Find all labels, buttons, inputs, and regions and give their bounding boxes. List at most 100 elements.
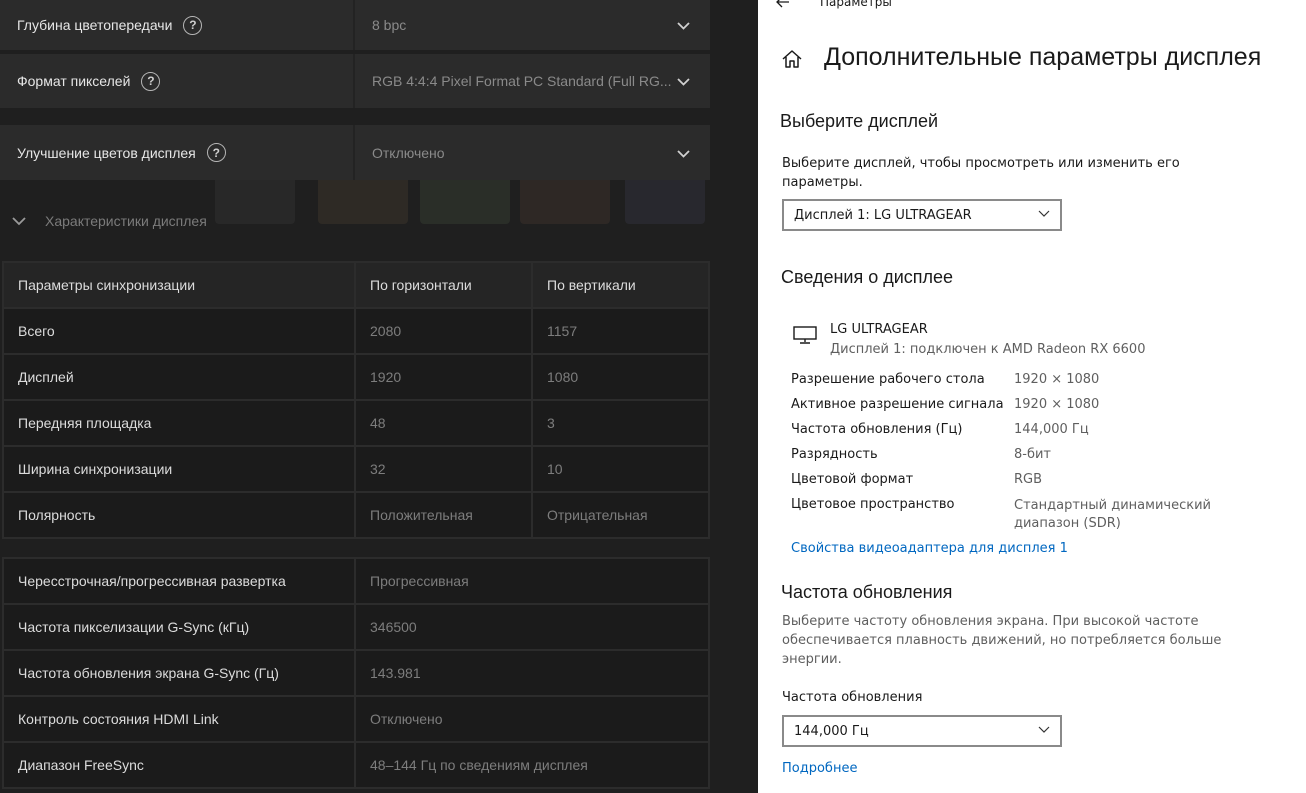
row-label: Частота пикселизации G-Sync (кГц) bbox=[2, 603, 356, 651]
help-icon[interactable]: ? bbox=[141, 71, 161, 91]
display-specs-section-toggle[interactable]: Характеристики дисплея bbox=[12, 208, 207, 234]
pixel-format-dropdown[interactable]: RGB 4:4:4 Pixel Format PC Standard (Full… bbox=[355, 54, 710, 108]
refresh-rate-dropdown[interactable]: 144,000 Гц bbox=[782, 715, 1062, 747]
info-value: RGB bbox=[1014, 472, 1043, 487]
info-label: Цветовой формат bbox=[791, 472, 914, 487]
setting-label-text: Улучшение цветов дисплея bbox=[17, 144, 196, 161]
setting-label: Улучшение цветов дисплея? bbox=[0, 125, 355, 180]
help-icon[interactable]: ? bbox=[206, 143, 226, 162]
table-row: Чересстрочная/прогрессивная развертка Про… bbox=[2, 557, 710, 605]
info-value: 144,000 Гц bbox=[1014, 422, 1089, 437]
info-value: 1920 × 1080 bbox=[1014, 372, 1100, 387]
gpu-control-panel: Глубина цветопередачи? 8 bpc Формат пикс… bbox=[0, 0, 758, 793]
row-label: Полярность bbox=[2, 491, 356, 539]
back-arrow-icon[interactable] bbox=[776, 0, 790, 8]
cell-value: 143.981 bbox=[354, 649, 710, 697]
info-label: Активное разрешение сигнала bbox=[791, 397, 1004, 412]
section-title: Характеристики дисплея bbox=[45, 213, 207, 229]
chevron-down-icon bbox=[12, 217, 26, 226]
select-display-description: параметры. bbox=[782, 175, 863, 190]
row-label: Ширина синхронизации bbox=[2, 445, 356, 493]
info-value: диапазон (SDR) bbox=[1014, 516, 1121, 531]
table-row: Дисплей 1920 1080 bbox=[2, 353, 710, 401]
refresh-description: энергии. bbox=[782, 652, 842, 667]
table-row: Всего 2080 1157 bbox=[2, 307, 710, 355]
table-row: Частота обновления экрана G-Sync (Гц) 143… bbox=[2, 649, 710, 697]
table-row: Частота пикселизации G-Sync (кГц) 346500 bbox=[2, 603, 710, 651]
color-enhancement-dropdown[interactable]: Отключено bbox=[355, 125, 710, 180]
chevron-down-icon bbox=[677, 78, 690, 86]
cell-value: 2080 bbox=[354, 307, 533, 355]
info-label: Частота обновления (Гц) bbox=[791, 422, 963, 437]
chevron-down-icon bbox=[1038, 210, 1050, 217]
row-label: Дисплей bbox=[2, 353, 356, 401]
cell-value: 1157 bbox=[531, 307, 710, 355]
table-row: Контроль состояния HDMI Link Отключено bbox=[2, 695, 710, 743]
row-label: Диапазон FreeSync bbox=[2, 741, 356, 789]
home-icon[interactable] bbox=[781, 49, 803, 69]
dropdown-value: 8 bpc bbox=[372, 17, 407, 33]
refresh-rate-heading: Частота обновления bbox=[781, 582, 953, 602]
setting-label: Формат пикселей? bbox=[0, 54, 355, 108]
color-depth-setting: Глубина цветопередачи? 8 bpc bbox=[0, 0, 710, 50]
refresh-rate-label: Частота обновления bbox=[782, 690, 923, 705]
color-depth-dropdown[interactable]: 8 bpc bbox=[355, 0, 710, 50]
row-label: Чересстрочная/прогрессивная развертка bbox=[2, 557, 356, 605]
monitor-connection: Дисплей 1: подключен к AMD Radeon RX 660… bbox=[830, 342, 1146, 357]
table-row: Передняя площадка 48 3 bbox=[2, 399, 710, 447]
table-row: Диапазон FreeSync 48–144 Гц по сведениям … bbox=[2, 741, 710, 789]
monitor-name: LG ULTRAGEAR bbox=[830, 322, 928, 337]
table-header-row: Параметры синхронизации По горизонтали П… bbox=[2, 261, 710, 309]
dropdown-value: Дисплей 1: LG ULTRAGEAR bbox=[794, 207, 972, 223]
column-header: По горизонтали bbox=[354, 261, 533, 309]
info-value: Стандартный динамический bbox=[1014, 498, 1211, 513]
cell-value: 1920 bbox=[354, 353, 533, 401]
setting-label: Глубина цветопередачи? bbox=[0, 0, 355, 50]
cell-value: Отключено bbox=[354, 695, 710, 743]
chevron-down-icon bbox=[1038, 726, 1050, 733]
setting-label-text: Глубина цветопередачи bbox=[17, 17, 173, 33]
cell-value: 10 bbox=[531, 445, 710, 493]
info-label: Разрядность bbox=[791, 447, 878, 462]
row-label: Передняя площадка bbox=[2, 399, 356, 447]
cell-value: Отрицательная bbox=[531, 491, 710, 539]
info-label: Разрешение рабочего стола bbox=[791, 372, 985, 387]
chevron-down-icon bbox=[677, 149, 690, 158]
refresh-description: обеспечивается плавность движений, но по… bbox=[782, 633, 1222, 648]
adapter-properties-link[interactable]: Свойства видеоадаптера для дисплея 1 bbox=[791, 541, 1068, 556]
row-label: Частота обновления экрана G-Sync (Гц) bbox=[2, 649, 356, 697]
refresh-description: Выберите частоту обновления экрана. При … bbox=[782, 614, 1199, 629]
info-value: 8-бит bbox=[1014, 447, 1052, 462]
select-display-description: Выберите дисплей, чтобы просмотреть или … bbox=[782, 156, 1180, 171]
color-enhancement-setting: Улучшение цветов дисплея? Отключено bbox=[0, 125, 710, 180]
timing-table: Параметры синхронизации По горизонтали П… bbox=[2, 261, 710, 539]
select-display-heading: Выберите дисплей bbox=[780, 111, 939, 131]
info-value: 1920 × 1080 bbox=[1014, 397, 1100, 412]
table-row: Полярность Положительная Отрицательная bbox=[2, 491, 710, 539]
cell-value: 346500 bbox=[354, 603, 710, 651]
display-properties-table: Чересстрочная/прогрессивная развертка Про… bbox=[2, 557, 710, 789]
page-title: Дополнительные параметры дисплея bbox=[824, 43, 1262, 71]
row-label: Контроль состояния HDMI Link bbox=[2, 695, 356, 743]
learn-more-link[interactable]: Подробнее bbox=[782, 761, 857, 776]
pixel-format-setting: Формат пикселей? RGB 4:4:4 Pixel Format … bbox=[0, 54, 710, 108]
cell-value: Прогрессивная bbox=[354, 557, 710, 605]
cell-value: 48 bbox=[354, 399, 533, 447]
dropdown-value: 144,000 Гц bbox=[794, 723, 869, 739]
display-select-dropdown[interactable]: Дисплей 1: LG ULTRAGEAR bbox=[782, 199, 1062, 231]
help-icon[interactable]: ? bbox=[183, 15, 203, 35]
dropdown-value: Отключено bbox=[372, 144, 445, 161]
info-label: Цветовое пространство bbox=[791, 497, 955, 512]
chevron-down-icon bbox=[677, 22, 690, 30]
cell-value: 3 bbox=[531, 399, 710, 447]
cell-value: 32 bbox=[354, 445, 533, 493]
cell-value: 48–144 Гц по сведениям дисплея bbox=[354, 741, 710, 789]
monitor-icon bbox=[793, 326, 817, 344]
windows-settings-panel: Параметры Дополнительные параметры диспл… bbox=[758, 0, 1306, 793]
display-info-heading: Сведения о дисплее bbox=[781, 267, 954, 287]
row-label: Всего bbox=[2, 307, 356, 355]
cell-value: 1080 bbox=[531, 353, 710, 401]
dropdown-value: RGB 4:4:4 Pixel Format PC Standard (Full… bbox=[372, 73, 672, 89]
breadcrumb: Параметры bbox=[820, 0, 892, 9]
setting-label-text: Формат пикселей bbox=[17, 73, 131, 89]
